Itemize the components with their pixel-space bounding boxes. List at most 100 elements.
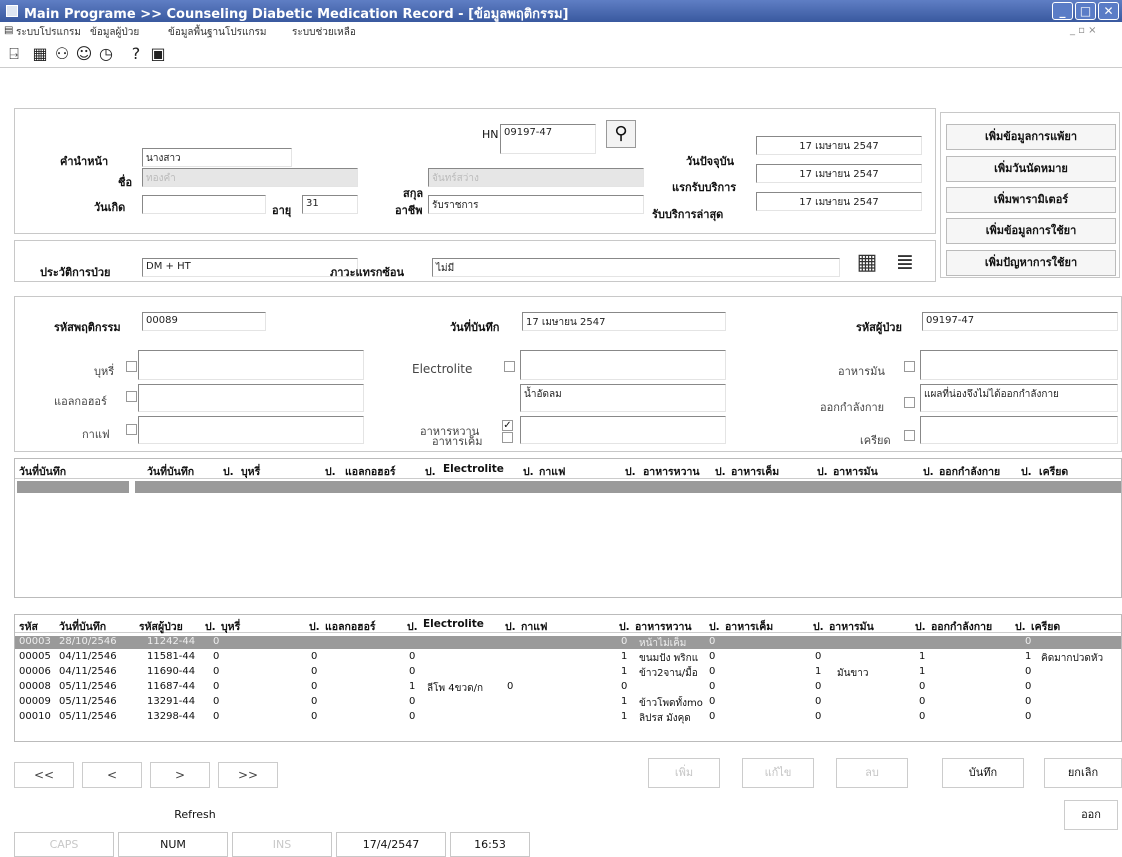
exit-button[interactable]: ออก [1064,800,1118,830]
table-row[interactable]: 00008 05/11/2546 11687-44 0 0 1 ลีโพ 4ขว… [15,681,1121,694]
grid2-col-patient[interactable]: รหัสผู้ป่วย [139,618,183,635]
grid1-col-p[interactable]: ป. [625,463,636,480]
grid2-col-p[interactable]: ป. [309,618,320,635]
grid1-col-electrolite[interactable]: Electrolite [443,463,504,475]
table-row[interactable]: 00010 05/11/2546 13298-44 0 0 0 1 ลิปรส … [15,711,1121,724]
menu-system[interactable]: ระบบโปรแกรม [16,25,81,40]
salty-field[interactable] [520,416,726,444]
add-allergy-button[interactable]: เพิ่มข้อมูลการแพ้ยา [946,124,1116,150]
history-grid-selected-row[interactable] [135,481,1121,493]
hn-field[interactable]: 09197-47 [500,124,596,154]
prefix-field[interactable]: นางสาว [142,148,292,167]
grid2-col-date[interactable]: วันที่บันทึก [59,618,106,635]
next-record-button[interactable]: > [150,762,210,788]
grid1-col-alcohol[interactable]: แอลกอฮอร์ [345,463,396,480]
history-grid[interactable]: วันที่บันทึก วันที่บันทึก ป. บุหรี่ ป. แ… [14,458,1122,598]
add-button[interactable]: เพิ่ม [648,758,720,788]
grid2-col-p[interactable]: ป. [407,618,418,635]
save-button[interactable]: บันทึก [942,758,1024,788]
grid2-col-p[interactable]: ป. [205,618,216,635]
table-row[interactable]: 00009 05/11/2546 13291-44 0 0 0 1 ข้าวโพ… [15,696,1121,709]
stress-field[interactable] [920,416,1118,444]
table-icon[interactable]: ▦ [30,44,50,64]
add-appointment-button[interactable]: เพิ่มวันนัดหมาย [946,156,1116,182]
sweet-checkbox[interactable]: ✓ [502,420,513,431]
grid1-col-stress[interactable]: เครียด [1039,463,1068,480]
age-field[interactable]: 31 [302,195,358,214]
calendar-icon[interactable]: ▦ [850,248,884,278]
add-parameter-button[interactable]: เพิ่มพารามิเตอร์ [946,187,1116,213]
cancel-button[interactable]: ยกเลิก [1044,758,1122,788]
behavior-code-field[interactable]: 00089 [142,312,266,331]
table-row[interactable]: 00006 04/11/2546 11690-44 0 0 0 1 ข้าว2จ… [15,666,1121,679]
grid2-col-p[interactable]: ป. [619,618,630,635]
job-field[interactable]: รับราชการ [428,195,644,214]
grid1-col-exercise[interactable]: ออกกำลังกาย [939,463,1000,480]
grid2-col-coffee[interactable]: กาแฟ [521,618,547,635]
mdi-controls[interactable]: _ ▫ × [1070,25,1097,36]
patient-lookup-icon[interactable]: ⚲ [606,120,636,148]
grid2-col-p[interactable]: ป. [915,618,926,635]
delete-button[interactable]: ลบ [836,758,908,788]
minimize-button[interactable]: _ [1052,2,1073,20]
prev-record-button[interactable]: < [82,762,142,788]
surname-field[interactable]: จันทร์สว่าง [428,168,644,187]
grid1-col-smoke[interactable]: บุหรี่ [241,463,260,480]
menu-help[interactable]: ระบบช่วยเหลือ [292,25,356,40]
document-icon[interactable]: ▣ [148,44,168,64]
last-service-field[interactable]: 17 เมษายน 2547 [756,192,922,211]
patient-code-field[interactable]: 09197-47 [922,312,1118,331]
grid2-col-exercise[interactable]: ออกกำลังกาย [931,618,992,635]
grid1-col-coffee[interactable]: กาแฟ [539,463,565,480]
grid1-col-sweet[interactable]: อาหารหวาน [643,463,700,480]
grid1-col-date[interactable]: วันที่บันทึก [147,463,194,480]
alcohol-field[interactable] [138,384,364,412]
grid2-col-p[interactable]: ป. [709,618,720,635]
grid2-col-p[interactable]: ป. [813,618,824,635]
clock-icon[interactable]: ◷ [96,44,116,64]
add-drug-use-button[interactable]: เพิ่มข้อมูลการใช้ยา [946,218,1116,244]
smoke-field[interactable] [138,350,364,380]
table-row[interactable]: 00005 04/11/2546 11581-44 0 0 0 1 ขนมปัง… [15,651,1121,664]
fat-checkbox[interactable] [904,361,915,372]
close-button[interactable]: ✕ [1098,2,1119,20]
grid2-col-smoke[interactable]: บุหรี่ [221,618,240,635]
electrolite-field[interactable] [520,350,726,380]
menu-patient[interactable]: ข้อมูลผู้ป่วย [90,25,139,40]
coffee-field[interactable] [138,416,364,444]
add-drug-problem-button[interactable]: เพิ่มปัญหาการใช้ยา [946,250,1116,276]
grid1-col-p[interactable]: ป. [817,463,828,480]
database-icon[interactable]: ≣ [890,248,920,278]
grid2-col-p[interactable]: ป. [1015,618,1026,635]
history-grid-selected-cell[interactable] [17,481,129,493]
smoke-checkbox[interactable] [126,361,137,372]
grid2-col-fat[interactable]: อาหารมัน [829,618,874,635]
grid1-col-p[interactable]: ป. [425,463,436,480]
fat-field[interactable] [920,350,1118,380]
grid2-col-p[interactable]: ป. [505,618,516,635]
name-field[interactable]: ทองคำ [142,168,358,187]
grid1-col-p[interactable]: ป. [1021,463,1032,480]
birth-field[interactable] [142,195,266,214]
exercise-checkbox[interactable] [904,397,915,408]
menu-basic-data[interactable]: ข้อมูลพื้นฐานโปรแกรม [168,25,267,40]
help-icon[interactable]: ? [126,44,146,64]
table-row[interactable]: 00003 28/10/2546 11242-44 0 0 หน้าไม่เค็… [15,636,1121,649]
people-icon[interactable]: ⚇ [52,44,72,64]
refresh-button[interactable]: Refresh [110,804,280,828]
last-record-button[interactable]: >> [218,762,278,788]
grid2-col-code[interactable]: รหัส [19,618,38,635]
grid2-col-salty[interactable]: อาหารเค็ม [725,618,773,635]
grid1-col-salty[interactable]: อาหารเค็ม [731,463,779,480]
first-service-field[interactable]: 17 เมษายน 2547 [756,164,922,183]
grid1-col-p[interactable]: ป. [715,463,726,480]
grid2-col-electrolite[interactable]: Electrolite [423,618,484,630]
alcohol-checkbox[interactable] [126,391,137,402]
history-field[interactable]: DM + HT [142,258,358,277]
maximize-button[interactable]: □ [1075,2,1096,20]
grid2-col-alcohol[interactable]: แอลกอฮอร์ [325,618,376,635]
grid1-col-p[interactable]: ป. [223,463,234,480]
salty-checkbox[interactable] [502,432,513,443]
stress-checkbox[interactable] [904,430,915,441]
sweet-field[interactable]: น้ำอัดลม [520,384,726,412]
